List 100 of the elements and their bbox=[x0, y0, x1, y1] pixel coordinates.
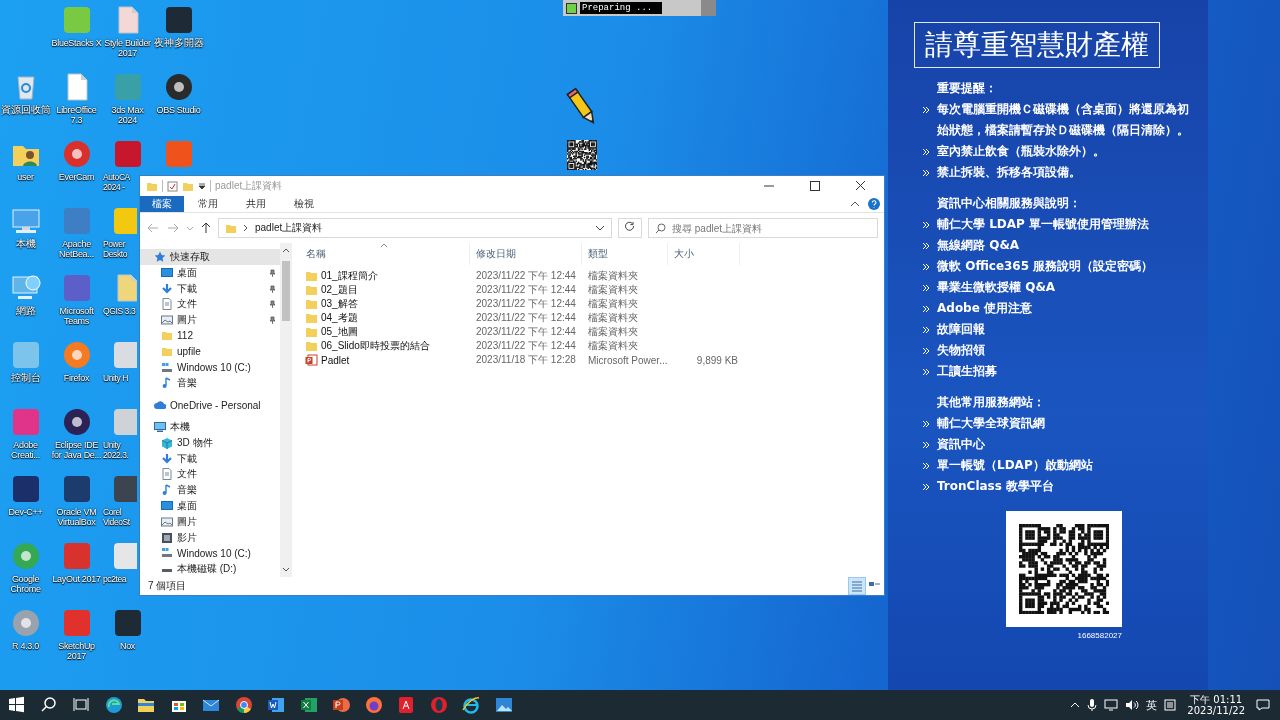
app-tile-icon[interactable] bbox=[111, 205, 137, 237]
app-tile-icon[interactable] bbox=[111, 406, 137, 438]
notification-icon[interactable] bbox=[1256, 699, 1270, 711]
computer-icon bbox=[154, 420, 166, 433]
spreadsheet-icon[interactable] bbox=[298, 695, 319, 715]
internet-explorer-icon[interactable] bbox=[461, 695, 482, 715]
address-text[interactable]: padlet上課資料 bbox=[255, 221, 323, 235]
download-arrow-icon bbox=[161, 282, 173, 295]
nav-item[interactable]: 下載 bbox=[140, 450, 280, 467]
nav-item[interactable]: 文件 bbox=[140, 296, 280, 313]
file-row[interactable]: 06_Slido即時投票的結合 2023/11/22 下午 12:44 檔案資料夾 bbox=[300, 339, 884, 353]
file-row[interactable]: Padlet 2023/11/18 下午 12:28 Microsoft Power... 9,899 KB bbox=[300, 353, 884, 367]
nav-item[interactable]: 影片 bbox=[140, 529, 280, 546]
window-title: padlet上課資料 bbox=[215, 179, 283, 193]
app-tile-icon[interactable] bbox=[111, 339, 137, 371]
properties-icon[interactable] bbox=[167, 180, 178, 192]
nav-item[interactable]: 音樂 bbox=[140, 375, 280, 392]
qr-caption: 1668582027 bbox=[1077, 631, 1122, 640]
microphone-icon[interactable] bbox=[1087, 698, 1098, 712]
network-icon[interactable] bbox=[1104, 699, 1119, 711]
search-box[interactable]: 搜尋 padlet上課資料 bbox=[648, 218, 878, 238]
ribbon-tab[interactable]: 檢視 bbox=[280, 196, 328, 212]
ime-pad-icon[interactable] bbox=[1164, 699, 1177, 711]
file-name: 01_課程簡介 bbox=[321, 269, 378, 283]
photos-icon[interactable] bbox=[493, 695, 514, 715]
notice-text: 每次電腦重開機Ｃ磁碟機（含桌面）將還原為初始狀態，檔案請暫存於Ｄ磁碟機（隔日清除）。 bbox=[937, 101, 1190, 139]
ribbon-tab[interactable]: 常用 bbox=[184, 196, 232, 212]
scroll-thumb[interactable] bbox=[282, 261, 290, 321]
windows-logo-icon[interactable] bbox=[6, 695, 27, 715]
scroll-up-icon[interactable] bbox=[282, 247, 290, 253]
dropdown-icon[interactable] bbox=[595, 224, 605, 232]
column-header[interactable]: 類型 bbox=[582, 243, 668, 265]
file-type: 檔案資料夾 bbox=[587, 269, 639, 283]
opera-browser-icon[interactable] bbox=[428, 695, 449, 715]
picture-icon bbox=[161, 515, 173, 528]
nav-item[interactable]: upfile bbox=[140, 343, 280, 360]
search-field[interactable]: 搜尋 padlet上課資料 bbox=[672, 222, 871, 234]
ribbon-tab[interactable]: 檔案 bbox=[140, 196, 184, 212]
nav-item[interactable]: 音樂 bbox=[140, 482, 280, 499]
word-document-icon[interactable] bbox=[266, 695, 287, 715]
music-note-icon bbox=[161, 484, 173, 497]
column-header[interactable]: 修改日期 bbox=[470, 243, 582, 265]
clock[interactable]: 下午 01:11 2023/11/22 bbox=[1183, 694, 1249, 716]
app-tile-icon[interactable] bbox=[111, 473, 137, 505]
nav-item[interactable]: 圖片 bbox=[140, 312, 280, 329]
bullet-icon bbox=[922, 305, 930, 313]
nav-item[interactable]: 3D 物件 bbox=[140, 434, 280, 451]
nav-item[interactable]: 圖片 bbox=[140, 513, 280, 530]
back-arrow-icon[interactable] bbox=[146, 222, 160, 234]
folder-icon bbox=[305, 270, 318, 282]
nav-item[interactable]: 下載 bbox=[140, 280, 280, 297]
input-method-indicator[interactable]: 英 bbox=[1146, 697, 1158, 713]
nav-item[interactable]: 文件 bbox=[140, 466, 280, 483]
chevron-up-icon[interactable] bbox=[850, 200, 860, 208]
ribbon-tab[interactable]: 共用 bbox=[232, 196, 280, 212]
forward-arrow-icon[interactable] bbox=[166, 222, 180, 234]
nav-item[interactable]: OneDrive - Personal bbox=[140, 397, 280, 414]
nav-item[interactable]: 本機磁碟 (D:) bbox=[140, 561, 280, 578]
file-name: Padlet bbox=[321, 354, 350, 366]
nav-item[interactable]: Windows 10 (C:) bbox=[140, 545, 280, 562]
slides-file-icon bbox=[305, 354, 318, 366]
star-icon bbox=[154, 250, 166, 263]
nav-item[interactable]: 桌面 bbox=[140, 264, 280, 281]
speaker-icon[interactable] bbox=[1125, 699, 1140, 711]
column-header[interactable]: 大小 bbox=[668, 243, 740, 265]
refresh-button[interactable] bbox=[618, 218, 642, 238]
bullet-icon bbox=[922, 221, 930, 229]
dropdown-icon[interactable] bbox=[198, 182, 206, 190]
bullet-icon bbox=[922, 347, 930, 355]
chrome-browser-icon[interactable] bbox=[233, 695, 254, 715]
film-icon bbox=[161, 531, 173, 544]
nav-item[interactable]: 本機 bbox=[140, 418, 280, 435]
file-row[interactable]: 03_解答 2023/11/22 下午 12:44 檔案資料夾 bbox=[300, 297, 884, 311]
file-row[interactable]: 04_考題 2023/11/22 下午 12:44 檔案資料夾 bbox=[300, 311, 884, 325]
nav-item[interactable]: 桌面 bbox=[140, 498, 280, 514]
modified-date: 2023/11/18 下午 12:28 bbox=[475, 353, 577, 367]
nav-item[interactable]: 快速存取 bbox=[140, 249, 280, 265]
notice-title: 請尊重智慧財產權 bbox=[914, 22, 1160, 68]
notice-text: 室內禁止飲食（瓶裝水除外）。 bbox=[937, 143, 1106, 160]
file-row[interactable]: 01_課程簡介 2023/11/22 下午 12:44 檔案資料夾 bbox=[300, 269, 884, 283]
search-icon bbox=[655, 222, 666, 234]
modified-date: 2023/11/22 下午 12:44 bbox=[475, 339, 577, 353]
bullet-icon bbox=[922, 326, 930, 334]
firefox-browser-icon[interactable] bbox=[363, 695, 384, 715]
app-tile-icon[interactable] bbox=[111, 540, 137, 572]
nav-item[interactable]: 112 bbox=[140, 328, 280, 344]
presentation-icon[interactable] bbox=[331, 695, 352, 715]
edge-browser-icon[interactable] bbox=[103, 695, 124, 715]
column-header[interactable]: 名稱 bbox=[300, 243, 470, 265]
address-bar[interactable]: padlet上課資料 bbox=[218, 218, 612, 238]
help-icon[interactable] bbox=[868, 198, 880, 210]
file-row[interactable]: 05_地圖 2023/11/22 下午 12:44 檔案資料夾 bbox=[300, 325, 884, 339]
chevron-right-icon[interactable] bbox=[243, 224, 249, 232]
notice-text: 單一帳號（LDAP）啟動網站 bbox=[937, 457, 1094, 474]
scroll-down-icon[interactable] bbox=[282, 567, 290, 573]
item-count: 7 個項目 bbox=[148, 579, 187, 593]
file-row[interactable]: 02_題目 2023/11/22 下午 12:44 檔案資料夾 bbox=[300, 283, 884, 297]
scrollbar[interactable] bbox=[280, 243, 292, 577]
nav-item[interactable]: Windows 10 (C:) bbox=[140, 359, 280, 376]
up-arrow-icon[interactable] bbox=[200, 222, 212, 234]
